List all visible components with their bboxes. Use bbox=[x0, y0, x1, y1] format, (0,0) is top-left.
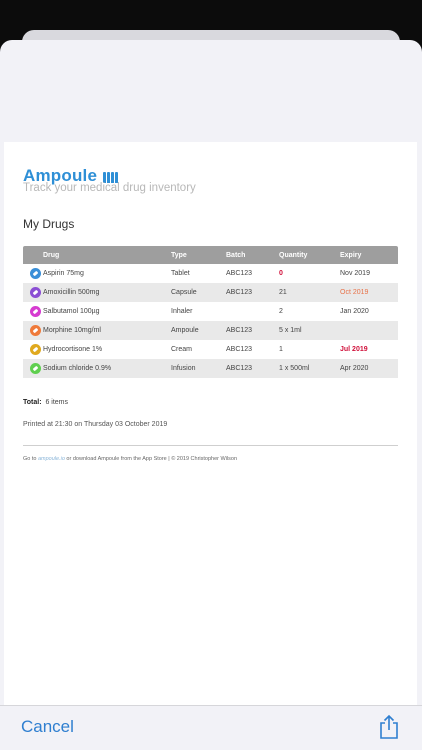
drug-type: Cream bbox=[171, 346, 193, 353]
table-row: Sodium chloride 0.9% Infusion ABC123 1 x 50… bbox=[23, 359, 398, 378]
drug-icon-cell bbox=[23, 321, 43, 340]
drug-batch: ABC123 bbox=[226, 270, 253, 277]
drug-expiry: Apr 2020 bbox=[340, 359, 398, 378]
drug-name: Aspirin 75mg bbox=[43, 270, 84, 277]
footer-suffix: or download Ampoule from the App Store |… bbox=[64, 456, 238, 462]
drug-quantity: 5 x 1ml bbox=[279, 321, 340, 340]
drug-name: Morphine 10mg/ml bbox=[43, 321, 171, 340]
drug-name: Amoxicillin 500mg bbox=[43, 283, 171, 302]
cream-icon bbox=[30, 344, 41, 355]
ampoule-logo-icon bbox=[103, 169, 118, 183]
app-tagline: Track your medical drug inventory bbox=[23, 182, 196, 194]
drug-batch: ABC123 bbox=[226, 359, 279, 378]
drug-name: Hydrocortisone 1% bbox=[43, 346, 103, 353]
drug-type: Tablet bbox=[171, 270, 190, 277]
drug-batch: ABC123 bbox=[226, 346, 253, 353]
header-expiry: Expiry bbox=[340, 246, 398, 264]
drug-expiry: Jul 2019 bbox=[340, 346, 368, 353]
total-label: Total: bbox=[23, 399, 42, 406]
drug-quantity: 2 bbox=[279, 308, 283, 315]
table-header-row: Drug Type Batch Quantity Expiry bbox=[23, 246, 398, 264]
drug-quantity: 1 x 500ml bbox=[279, 359, 340, 378]
printed-timestamp: Printed at 21:30 on Thursday 03 October … bbox=[23, 421, 168, 428]
table-row: Amoxicillin 500mg Capsule ABC123 21 Oct 2019 bbox=[23, 283, 398, 302]
footer-link[interactable]: ampoule.io bbox=[38, 456, 65, 462]
print-preview-sheet: Ampoule Track your medical drug inventor… bbox=[0, 40, 422, 750]
drug-name: Salbutamol 100µg bbox=[43, 308, 100, 315]
table-row: Hydrocortisone 1% Cream ABC123 1 Jul 2019 bbox=[23, 340, 398, 359]
section-title: My Drugs bbox=[23, 217, 75, 231]
table-row: Morphine 10mg/ml Ampoule ABC123 5 x 1ml bbox=[23, 321, 398, 340]
drug-icon-cell bbox=[23, 340, 43, 359]
drug-expiry: Nov 2019 bbox=[340, 270, 370, 277]
drug-batch bbox=[226, 302, 279, 321]
table-row: Aspirin 75mg Tablet ABC123 0 Nov 2019 bbox=[23, 264, 398, 283]
infusion-icon bbox=[30, 363, 41, 374]
cancel-button[interactable]: Cancel bbox=[21, 717, 74, 737]
drug-type: Capsule bbox=[171, 283, 226, 302]
drug-batch: ABC123 bbox=[226, 321, 279, 340]
drug-icon-cell bbox=[23, 264, 43, 283]
drug-icon-cell bbox=[23, 283, 43, 302]
drug-type: Inhaler bbox=[171, 308, 193, 315]
drug-icon-cell bbox=[23, 359, 43, 378]
ampoule-icon bbox=[30, 325, 41, 336]
header-batch: Batch bbox=[226, 246, 279, 264]
header-icon-cell bbox=[23, 246, 43, 264]
drugs-table: Drug Type Batch Quantity Expiry Aspirin … bbox=[23, 246, 398, 378]
drug-name: Sodium chloride 0.9% bbox=[43, 359, 171, 378]
inhaler-icon bbox=[30, 306, 41, 317]
table-row: Salbutamol 100µg Inhaler 2 Jan 2020 bbox=[23, 302, 398, 321]
document-page: Ampoule Track your medical drug inventor… bbox=[4, 142, 417, 730]
drug-expiry bbox=[340, 321, 398, 340]
drug-expiry: Jan 2020 bbox=[340, 308, 369, 315]
header-drug: Drug bbox=[43, 246, 171, 264]
drug-quantity: 21 bbox=[279, 283, 340, 302]
drug-type: Infusion bbox=[171, 359, 226, 378]
header-type: Type bbox=[171, 246, 226, 264]
total-line: Total: 6 items bbox=[23, 399, 68, 406]
share-icon[interactable] bbox=[378, 714, 400, 740]
capsule-icon bbox=[30, 287, 41, 298]
footer-prefix: Go to bbox=[23, 456, 38, 462]
drug-quantity: 1 bbox=[279, 346, 283, 353]
header-quantity: Quantity bbox=[279, 246, 340, 264]
drug-icon-cell bbox=[23, 302, 43, 321]
drug-type: Ampoule bbox=[171, 321, 226, 340]
drug-quantity: 0 bbox=[279, 270, 283, 277]
drug-expiry: Oct 2019 bbox=[340, 283, 398, 302]
total-value: 6 items bbox=[45, 399, 68, 406]
bottom-toolbar: Cancel bbox=[0, 705, 422, 750]
drug-batch: ABC123 bbox=[226, 283, 279, 302]
footer-text: Go to ampoule.io or download Ampoule fro… bbox=[23, 456, 237, 462]
tablet-icon bbox=[30, 268, 41, 279]
divider bbox=[23, 445, 398, 446]
